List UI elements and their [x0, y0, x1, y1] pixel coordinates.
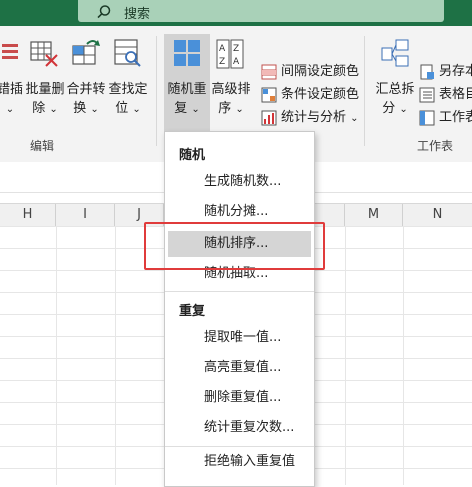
advanced-sort-label-2: 序 ⌄ — [218, 101, 244, 116]
random-repeat-label-2: 复 ⌄ — [174, 101, 200, 116]
interval-color-label: 间隔设定颜色 — [281, 64, 360, 79]
table-toc-button[interactable]: 表格目 — [419, 87, 472, 103]
summary-split-label-2: 分 ⌄ — [382, 101, 408, 116]
highlight-annotation-box — [144, 222, 325, 270]
worksheet-icon — [419, 110, 435, 126]
svg-text:Z: Z — [219, 57, 225, 67]
random-repeat-icon — [174, 40, 200, 66]
column-header-i[interactable]: I — [56, 204, 115, 226]
chevron-down-icon: ⌄ — [132, 104, 141, 115]
svg-text:A: A — [219, 44, 226, 54]
menu-item-label: 高亮重复值... — [204, 360, 282, 375]
insert-icon — [2, 44, 18, 59]
menu-section-random: 随机 — [179, 148, 206, 163]
menu-divider — [165, 446, 314, 447]
save-as-icon — [420, 64, 434, 80]
summary-split-icon — [381, 39, 409, 67]
find-locate-icon — [114, 39, 141, 67]
chevron-down-icon: ⌄ — [191, 104, 200, 115]
advanced-sort-button[interactable]: A Z Z A 高级排 序 ⌄ — [211, 38, 251, 128]
column-header-n[interactable]: N — [403, 204, 472, 226]
merge-convert-label-2: 换 ⌄ — [73, 101, 99, 116]
menu-item-generate-random[interactable]: 生成随机数... — [168, 169, 311, 195]
menu-item-label: 提取唯一值... — [204, 330, 282, 345]
ribbon-separator — [364, 36, 365, 146]
merge-convert-icon — [72, 40, 100, 65]
random-repeat-label-1: 随机重 — [167, 82, 207, 97]
random-repeat-button[interactable]: 随机重 复 ⌄ — [164, 34, 210, 131]
grid-line — [56, 226, 57, 485]
find-locate-label-1: 查找定 — [108, 82, 148, 97]
condition-color-button[interactable]: 条件设定颜色 — [261, 87, 359, 103]
condition-color-label: 条件设定颜色 — [281, 87, 360, 102]
menu-item-label: 统计重复次数... — [204, 420, 295, 435]
stats-analysis-icon — [261, 110, 277, 126]
interval-color-icon — [261, 64, 277, 80]
ribbon-separator — [156, 36, 157, 146]
table-toc-label: 表格目 — [439, 87, 472, 102]
menu-divider — [165, 291, 314, 292]
menu-item-highlight-duplicates[interactable]: 高亮重复值... — [168, 355, 311, 381]
search-label: 搜索 — [124, 7, 151, 22]
menu-item-extract-unique[interactable]: 提取唯一值... — [168, 325, 311, 351]
search-icon — [97, 5, 111, 19]
svg-text:Z: Z — [233, 44, 239, 54]
batch-delete-icon — [30, 41, 58, 67]
find-locate-label-2: 位 ⌄ — [115, 101, 141, 116]
save-as-label: 另存本 — [439, 64, 472, 79]
title-bar: 搜索 — [0, 0, 472, 26]
menu-item-count-duplicates[interactable]: 统计重复次数... — [168, 415, 311, 441]
group-label-worksheet: 工作表 — [417, 139, 454, 153]
chevron-down-icon: ⌄ — [399, 104, 408, 115]
grid-line — [345, 226, 346, 485]
group-label-edit: 编辑 — [30, 139, 55, 153]
menu-item-label: 生成随机数... — [204, 174, 282, 189]
stats-analysis-label: 统计与分析 ⌄ — [281, 110, 359, 125]
menu-item-delete-duplicates[interactable]: 删除重复值... — [168, 385, 311, 411]
worksheet-label: 工作表 — [439, 110, 472, 125]
menu-item-label: 删除重复值... — [204, 390, 282, 405]
grid-line — [115, 226, 116, 485]
merge-convert-label-1: 合并转 — [66, 82, 106, 97]
advanced-sort-icon: A Z Z A — [216, 39, 244, 69]
save-as-button[interactable]: 另存本 — [419, 64, 472, 80]
advanced-sort-label-1: 高级排 — [211, 82, 251, 97]
merge-convert-button[interactable]: 合并转 换 ⌄ — [66, 38, 106, 128]
batch-delete-button[interactable]: 批量删 除 ⌄ — [25, 38, 65, 128]
summary-split-label-1: 汇总拆 — [375, 82, 415, 97]
menu-item-reject-duplicates[interactable]: 拒绝输入重复值 — [168, 449, 311, 475]
table-toc-icon — [419, 87, 435, 103]
chevron-down-icon: ⌄ — [235, 104, 244, 115]
column-header-m[interactable]: M — [345, 204, 403, 226]
interval-color-button[interactable]: 间隔设定颜色 — [261, 64, 359, 80]
search-box[interactable]: 搜索 — [78, 0, 444, 22]
condition-color-icon — [261, 87, 277, 103]
grid-line — [403, 226, 404, 485]
random-repeat-dropdown: 随机 生成随机数... 随机分摊... 随机排序... 随机抽取... 重复 提… — [164, 131, 315, 487]
chevron-down-icon: ⌄ — [350, 113, 359, 124]
column-header-h[interactable]: H — [0, 204, 56, 226]
menu-item-label: 拒绝输入重复值 — [204, 454, 296, 469]
svg-text:A: A — [233, 57, 240, 67]
chevron-down-icon: ⌄ — [49, 104, 58, 115]
summary-split-button[interactable]: 汇总拆 分 ⌄ — [374, 38, 416, 128]
find-locate-button[interactable]: 查找定 位 ⌄ — [108, 38, 148, 128]
chevron-down-icon: ⌄ — [90, 104, 99, 115]
worksheet-button[interactable]: 工作表 — [419, 110, 472, 126]
menu-section-repeat: 重复 — [179, 304, 206, 319]
stats-analysis-button[interactable]: 统计与分析 ⌄ — [261, 110, 359, 126]
